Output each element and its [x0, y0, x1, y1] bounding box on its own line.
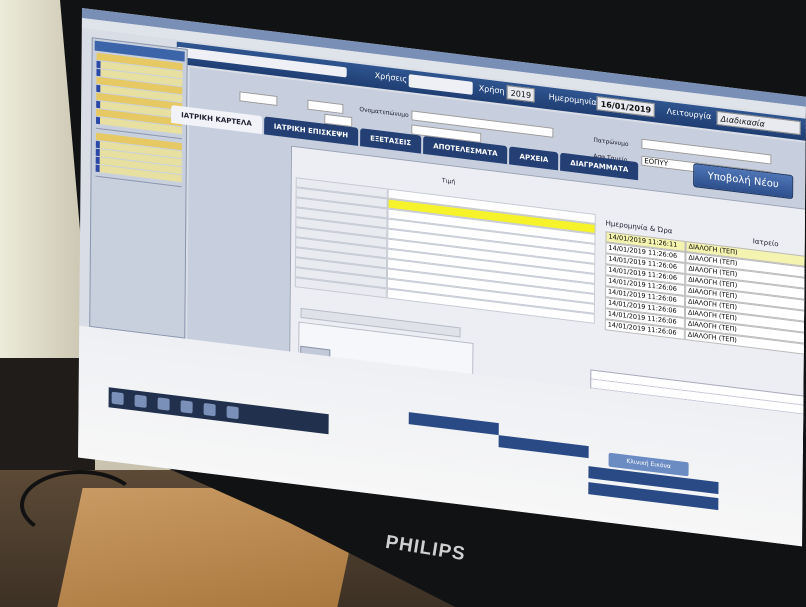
father-label: Πατρώνυμο: [593, 136, 629, 149]
taskbar-icon[interactable]: [134, 394, 147, 408]
year-label: Χρήσεις: [374, 70, 408, 84]
redacted-field: [408, 74, 473, 95]
taskbar-icon[interactable]: [111, 391, 124, 406]
surname-label: Ονοματεπώνυμο: [359, 106, 409, 120]
cable: [20, 470, 140, 540]
function-label: Λειτουργία: [666, 106, 712, 122]
year-field[interactable]: 2019: [506, 85, 535, 103]
taskbar-icon[interactable]: [180, 400, 193, 414]
date-field[interactable]: 16/01/2019: [596, 96, 655, 118]
footer-button[interactable]: [498, 435, 589, 459]
redacted-field[interactable]: [307, 99, 344, 115]
clinical-values-table: [294, 177, 596, 324]
redacted-field[interactable]: [239, 91, 278, 106]
visits-table: Ημερομηνία & Ώρα Ιατρείο 14/01/2019 11:2…: [604, 219, 806, 360]
taskbar-icon[interactable]: [203, 402, 217, 417]
date-label: Ημερομηνία: [548, 92, 597, 108]
footer-button[interactable]: [408, 412, 499, 436]
left-sidebar: [89, 37, 188, 339]
year-label-2: Χρήση: [478, 83, 505, 96]
taskbar-icon[interactable]: [227, 405, 240, 420]
monitor-screen: Χρήσεις Χρήση 2019 Ημερομηνία 16/01/2019…: [78, 8, 806, 547]
value-column-header: Τιμή: [441, 177, 456, 186]
taskbar-icon[interactable]: [157, 397, 170, 411]
